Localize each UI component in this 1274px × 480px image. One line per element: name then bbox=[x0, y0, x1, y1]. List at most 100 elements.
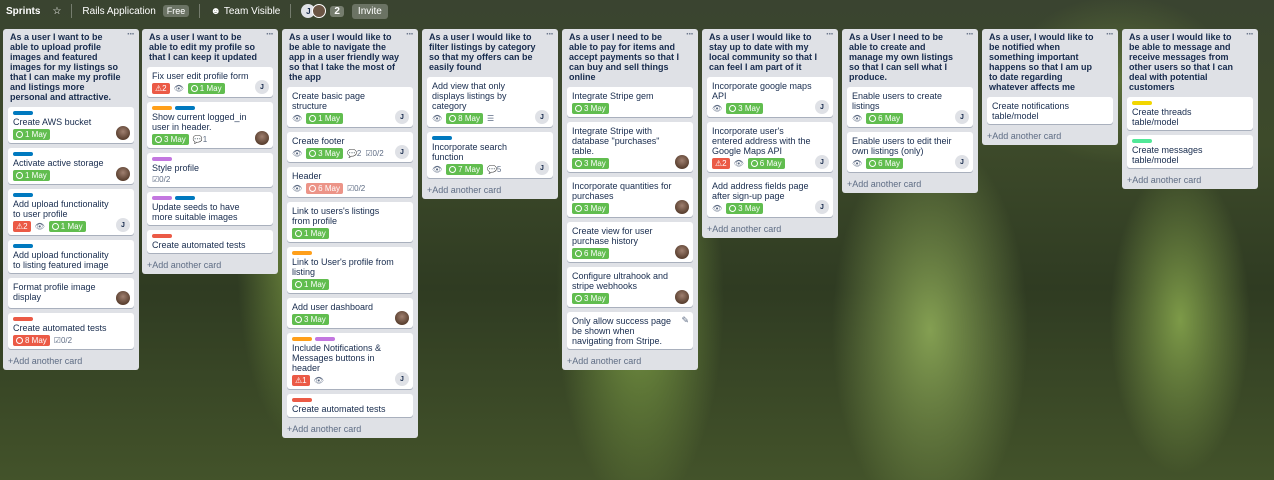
card[interactable]: Incorporate quantities for purchases 3 Ma… bbox=[567, 177, 693, 217]
card[interactable]: Update seeds to have more suitable image… bbox=[147, 192, 273, 225]
card[interactable]: Header 👁 6 May ☑0/2 bbox=[287, 167, 413, 197]
card-label[interactable] bbox=[152, 157, 172, 161]
member-avatar[interactable]: J bbox=[815, 200, 829, 214]
member-avatar-photo[interactable] bbox=[116, 167, 130, 181]
card[interactable]: Create automated tests bbox=[287, 394, 413, 417]
add-card-button[interactable]: +Add another card bbox=[567, 354, 693, 366]
card-label[interactable] bbox=[13, 317, 33, 321]
card[interactable]: Show current logged_in user in header. 3 … bbox=[147, 102, 273, 148]
member-avatar-photo[interactable] bbox=[675, 155, 689, 169]
card[interactable]: Link to users's listings from profile 1 M… bbox=[287, 202, 413, 242]
list-menu-icon[interactable]: ··· bbox=[406, 30, 414, 40]
card-label[interactable] bbox=[175, 196, 195, 200]
due-date-badge[interactable]: 6 May bbox=[866, 113, 903, 124]
card[interactable]: Include Notifications & Messages buttons… bbox=[287, 333, 413, 389]
card[interactable]: Link to User's profile from listing 1 May bbox=[287, 247, 413, 293]
due-date-badge[interactable]: 6 May bbox=[866, 158, 903, 169]
card[interactable]: Create automated tests 8 May ☑0/2 bbox=[8, 313, 134, 349]
card[interactable]: Incorporate search function 👁 7 May 💬5 J bbox=[427, 132, 553, 178]
due-date-badge[interactable]: 8 May bbox=[446, 113, 483, 124]
list-menu-icon[interactable]: ··· bbox=[966, 30, 974, 40]
card-label[interactable] bbox=[292, 251, 312, 255]
card-label[interactable] bbox=[315, 337, 335, 341]
due-date-badge[interactable]: 6 May bbox=[572, 248, 609, 259]
list-menu-icon[interactable]: ··· bbox=[686, 30, 694, 40]
list-header[interactable]: As a user I want to be able to upload pr… bbox=[8, 29, 135, 107]
due-date-badge[interactable]: 3 May bbox=[726, 103, 763, 114]
card-label[interactable] bbox=[292, 398, 312, 402]
card-label[interactable] bbox=[1132, 101, 1152, 105]
due-date-badge[interactable]: 3 May bbox=[152, 134, 189, 145]
add-card-button[interactable]: +Add another card bbox=[427, 183, 553, 195]
card[interactable]: Create footer 👁 3 May 💬2 ☑0/2 J bbox=[287, 132, 413, 162]
due-date-badge[interactable]: 3 May bbox=[306, 148, 343, 159]
due-date-badge[interactable]: 1 May bbox=[13, 129, 50, 140]
card-label[interactable] bbox=[152, 196, 172, 200]
list-menu-icon[interactable]: ··· bbox=[127, 30, 135, 40]
card-label[interactable] bbox=[175, 106, 195, 110]
add-card-button[interactable]: +Add another card bbox=[1127, 173, 1253, 185]
due-date-badge[interactable]: 6 May bbox=[306, 183, 343, 194]
card-label[interactable] bbox=[152, 106, 172, 110]
list-header[interactable]: As a user I would like to be able to nav… bbox=[287, 29, 414, 87]
member-avatar-photo[interactable] bbox=[675, 290, 689, 304]
member-avatar[interactable]: J bbox=[255, 80, 269, 94]
due-date-badge[interactable]: 1 May bbox=[187, 83, 225, 94]
list-header[interactable]: As a user I want to be able to edit my p… bbox=[147, 29, 274, 67]
list-header[interactable]: As a user I would like to filter listing… bbox=[427, 29, 554, 77]
list-menu-icon[interactable]: ··· bbox=[266, 30, 274, 40]
due-date-badge[interactable]: 6 May bbox=[747, 158, 785, 169]
card[interactable]: Integrate Stripe gem 3 May bbox=[567, 87, 693, 117]
due-date-badge[interactable]: 7 May bbox=[446, 164, 483, 175]
card-label[interactable] bbox=[13, 193, 33, 197]
card-label[interactable] bbox=[13, 244, 33, 248]
card[interactable]: Add upload functionality to listing feat… bbox=[8, 240, 134, 273]
card-label[interactable] bbox=[432, 136, 452, 140]
board-title[interactable]: Sprints bbox=[6, 6, 40, 17]
list-header[interactable]: As a User I need to be able to create an… bbox=[847, 29, 974, 87]
add-card-button[interactable]: +Add another card bbox=[847, 177, 973, 189]
card[interactable]: Create AWS bucket 1 May bbox=[8, 107, 134, 143]
visibility-button[interactable]: ☻ Team Visible bbox=[210, 6, 280, 17]
card-label[interactable] bbox=[1132, 139, 1152, 143]
member-avatar[interactable]: J bbox=[815, 100, 829, 114]
card[interactable]: Enable users to edit their own listings … bbox=[847, 132, 973, 172]
member-avatar[interactable]: J bbox=[535, 110, 549, 124]
add-card-button[interactable]: +Add another card bbox=[987, 129, 1113, 141]
due-date-badge[interactable]: 3 May bbox=[572, 293, 609, 304]
member-avatar[interactable]: J bbox=[116, 218, 130, 232]
card[interactable]: Fix user edit profile form ⚠2 👁 1 May J bbox=[147, 67, 273, 97]
edit-icon[interactable]: ✎ bbox=[681, 315, 689, 326]
add-card-button[interactable]: +Add another card bbox=[147, 258, 273, 270]
due-date-badge[interactable]: 1 May bbox=[292, 228, 329, 239]
card[interactable]: Enable users to create listings 👁 6 May J bbox=[847, 87, 973, 127]
member-avatar[interactable]: J bbox=[535, 161, 549, 175]
add-card-button[interactable]: +Add another card bbox=[707, 222, 833, 234]
card[interactable]: Activate active storage 1 May bbox=[8, 148, 134, 184]
member-avatar[interactable]: J bbox=[395, 372, 409, 386]
card-label[interactable] bbox=[13, 111, 33, 115]
member-avatar[interactable]: J bbox=[815, 155, 829, 169]
member-avatar-photo[interactable] bbox=[116, 291, 130, 305]
list-menu-icon[interactable]: ··· bbox=[1106, 30, 1114, 40]
list-menu-icon[interactable]: ··· bbox=[546, 30, 554, 40]
list-header[interactable]: As a user I need to be able to pay for i… bbox=[567, 29, 694, 87]
card[interactable]: Format profile image display bbox=[8, 278, 134, 308]
add-card-button[interactable]: +Add another card bbox=[287, 422, 413, 434]
member-avatar[interactable]: J bbox=[395, 110, 409, 124]
team-button[interactable]: Rails Application Free bbox=[82, 5, 190, 17]
due-date-badge[interactable]: 3 May bbox=[292, 314, 329, 325]
member-avatar[interactable]: J bbox=[955, 110, 969, 124]
card[interactable]: Add view that only displays listings by … bbox=[427, 77, 553, 127]
due-date-badge[interactable]: 1 May bbox=[13, 170, 50, 181]
card[interactable]: Create threads table/model bbox=[1127, 97, 1253, 130]
card[interactable]: Style profile ☑0/2 bbox=[147, 153, 273, 187]
card-label[interactable] bbox=[13, 152, 33, 156]
card[interactable]: Only allow success page be shown when na… bbox=[567, 312, 693, 349]
member-avatar-photo[interactable] bbox=[255, 131, 269, 145]
due-date-badge[interactable]: 1 May bbox=[292, 279, 329, 290]
list-header[interactable]: As a user, I would like to be notified w… bbox=[987, 29, 1114, 97]
card[interactable]: Create view for user purchase history 6 M… bbox=[567, 222, 693, 262]
due-date-badge[interactable]: 1 May bbox=[306, 113, 343, 124]
card-label[interactable] bbox=[292, 337, 312, 341]
